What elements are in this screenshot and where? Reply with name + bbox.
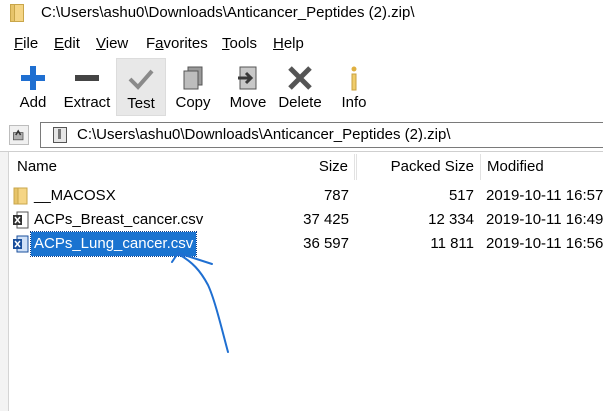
copy-button[interactable]: Copy [170, 58, 216, 116]
info-button[interactable]: Info [334, 58, 374, 116]
move-label: Move [229, 94, 267, 111]
delete-x-icon [288, 66, 312, 90]
menu-favorites[interactable]: Favorites [146, 33, 208, 55]
file-row[interactable]: __MACOSX 787 517 2019-10-11 16:57 [9, 184, 603, 208]
test-label: Test [127, 95, 155, 112]
header-divider [480, 154, 481, 180]
info-icon [351, 66, 357, 91]
folder-icon [13, 187, 28, 205]
minus-icon [75, 75, 99, 81]
toolbar: Add Extract Test Copy Move Delete Info [0, 58, 603, 118]
address-field[interactable]: C:\Users\ashu0\Downloads\Anticancer_Pept… [40, 122, 603, 148]
header-divider [356, 154, 357, 180]
address-path: C:\Users\ashu0\Downloads\Anticancer_Pept… [77, 126, 451, 143]
file-size: 787 [323, 187, 349, 204]
column-header-packed-size[interactable]: Packed Size [370, 152, 474, 182]
file-size: 37 425 [303, 211, 349, 228]
checkmark-icon [128, 69, 154, 90]
menu-help[interactable]: Help [273, 33, 304, 55]
column-header-name[interactable]: Name [17, 152, 167, 182]
file-name: ACPs_Breast_cancer.csv [34, 211, 204, 228]
copy-icon [183, 66, 203, 90]
file-packed-size: 11 811 [430, 235, 474, 252]
folder-app-icon [10, 4, 24, 22]
extract-label: Extract [63, 94, 111, 111]
plus-icon [21, 66, 45, 90]
delete-button[interactable]: Delete [275, 58, 325, 116]
panel-left-edge [0, 152, 9, 411]
add-button[interactable]: Add [11, 58, 55, 116]
column-header-modified[interactable]: Modified [487, 152, 597, 182]
csv-file-icon [13, 235, 29, 253]
header-divider [354, 154, 355, 180]
file-list: Name Size Packed Size Modified __MACOSX … [0, 151, 603, 411]
file-modified: 2019-10-11 16:56 [486, 235, 603, 252]
extract-button[interactable]: Extract [59, 58, 115, 116]
file-packed-size: 517 [448, 187, 474, 204]
menu-tools[interactable]: Tools [222, 33, 257, 55]
file-packed-size: 12 334 [428, 211, 474, 228]
file-name: ACPs_Lung_cancer.csv [29, 231, 198, 257]
folder-up-button[interactable] [9, 125, 29, 145]
copy-label: Copy [175, 94, 211, 111]
delete-label: Delete [278, 94, 322, 111]
file-modified: 2019-10-11 16:49 [486, 211, 603, 228]
menu-file[interactable]: File [14, 33, 38, 55]
file-row-selected[interactable]: ACPs_Lung_cancer.csv 36 597 11 811 2019-… [9, 231, 603, 257]
file-name: __MACOSX [34, 187, 116, 204]
add-label: Add [19, 94, 47, 111]
file-row[interactable]: ACPs_Breast_cancer.csv 37 425 12 334 201… [9, 208, 603, 232]
file-modified: 2019-10-11 16:57 [486, 187, 603, 204]
column-header-size[interactable]: Size [290, 152, 348, 182]
test-button[interactable]: Test [116, 58, 166, 116]
file-size: 36 597 [303, 235, 349, 252]
folder-up-icon [12, 129, 24, 141]
menu-view[interactable]: View [96, 33, 128, 55]
window-title: C:\Users\ashu0\Downloads\Anticancer_Pept… [41, 4, 415, 21]
title-bar: C:\Users\ashu0\Downloads\Anticancer_Pept… [0, 0, 603, 30]
zip-archive-icon [53, 127, 67, 143]
address-bar: C:\Users\ashu0\Downloads\Anticancer_Pept… [0, 122, 603, 148]
info-label: Info [341, 94, 367, 111]
move-icon [238, 66, 257, 90]
menu-edit[interactable]: Edit [54, 33, 80, 55]
menu-bar: File Edit View Favorites Tools Help [0, 33, 603, 55]
csv-file-icon [13, 211, 29, 229]
move-button[interactable]: Move [225, 58, 271, 116]
